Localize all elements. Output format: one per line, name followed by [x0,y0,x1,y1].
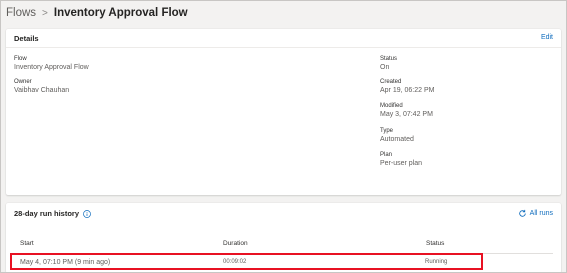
all-runs-button[interactable]: All runs [518,209,553,218]
field-type-label: Type [380,128,394,134]
field-modified-value: May 3, 07:42 PM [380,111,433,118]
details-divider [6,47,561,48]
field-created-label: Created [380,79,402,85]
table-row[interactable]: May 4, 07:10 PM (9 min ago) 00:09:02 Run… [14,255,553,269]
details-card: Details Edit Flow Inventory Approval Flo… [6,29,561,195]
run-duration-cell: 00:09:02 [223,259,247,265]
field-type-value: Automated [380,136,414,143]
field-owner-label: Owner [14,79,32,85]
field-created-value: Apr 19, 06:22 PM [380,87,435,94]
field-flow-label: Flow [14,56,27,62]
field-owner: Owner Vaibhav Chauhan [14,78,69,95]
table-header-divider [14,253,553,254]
run-history-title: 28-day run history [14,209,80,218]
field-type: Type Automated [380,127,414,144]
field-flow: Flow Inventory Approval Flow [14,55,89,72]
field-owner-value: Vaibhav Chauhan [14,87,70,94]
column-header-start[interactable]: Start [20,240,34,247]
field-plan-value: Per-user plan [380,160,423,167]
column-header-duration[interactable]: Duration [223,240,248,247]
run-start-cell[interactable]: May 4, 07:10 PM (9 min ago) [20,259,110,266]
run-status-cell: Running [425,259,448,265]
breadcrumb-separator: > [42,7,48,19]
all-runs-label: All runs [529,210,553,217]
details-title: Details [14,34,39,43]
field-created: Created Apr 19, 06:22 PM [380,78,434,95]
run-history-card: 28-day run history All runs Start Durati… [6,203,561,272]
run-history-heading: 28-day run history [14,209,91,218]
column-header-status[interactable]: Status [426,240,444,247]
breadcrumb-flows-link[interactable]: Flows [6,7,36,19]
refresh-icon [518,209,526,217]
info-icon[interactable] [83,209,91,218]
field-plan-label: Plan [380,152,393,158]
field-modified: Modified May 3, 07:42 PM [380,102,433,119]
flow-details-page: Flows > Inventory Approval Flow Details … [0,0,567,273]
field-status-label: Status [380,56,398,62]
field-modified-label: Modified [380,103,403,109]
field-status: Status On [380,55,397,72]
edit-link[interactable]: Edit [541,34,553,41]
field-plan: Plan Per-user plan [380,151,422,168]
page-title: Inventory Approval Flow [53,7,188,19]
breadcrumb: Flows > Inventory Approval Flow [6,4,188,22]
field-flow-value: Inventory Approval Flow [14,64,89,71]
field-status-value: On [380,64,390,71]
